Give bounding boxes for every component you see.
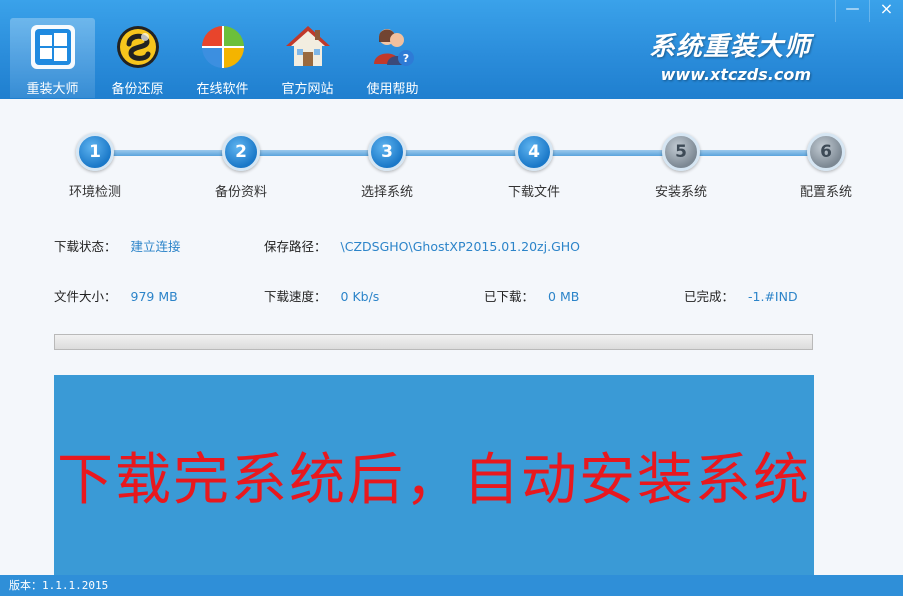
nav-item-label: 使用帮助 [366,82,419,97]
step-number: 6 [807,133,845,171]
window-controls: — × [835,0,903,22]
download-speed-label: 下载速度： [264,289,327,304]
brand-title: 系统重装大师 [648,32,811,62]
save-path-value: \CZDSGHO\GhostXP2015.01.20zj.GHO [340,239,580,254]
step-label: 下载文件 [507,185,560,200]
downloaded-value: 0 MB [548,289,580,304]
step-number: 5 [662,133,700,171]
version-text: 版本：1.1.1.2015 [9,579,109,592]
downloaded-label: 已下载： [484,289,535,304]
help-users-icon: ? [373,29,414,66]
nav-item-label: 重装大师 [26,82,79,97]
backup-restore-icon [116,26,159,68]
step-4: 4 下载文件 [484,133,584,200]
nav-item-website[interactable]: 官方网站 [265,18,350,98]
step-6: 6 配置系统 [776,133,876,200]
download-speed-value: 0 Kb/s [340,289,380,304]
file-size-label: 文件大小： [54,289,117,304]
minimize-button[interactable]: — [835,0,869,22]
step-1: 1 环境检测 [45,133,145,200]
download-status: 下载状态： 建立连接 [54,236,181,255]
step-label: 安装系统 [654,185,707,200]
info-banner: 下载完系统后，自动安装系统 [54,375,814,575]
step-label: 选择系统 [360,185,413,200]
download-progress-bar [54,334,813,350]
step-number: 3 [368,133,406,171]
nav-item-label: 备份还原 [111,82,164,97]
step-label: 备份资料 [214,185,267,200]
brand-url: www.xtczds.com [660,65,811,84]
windows-logo-icon [30,25,75,69]
step-number: 4 [515,133,553,171]
step-3: 3 选择系统 [337,133,437,200]
main-nav: 重装大师 备份还原 在线软件 官方网站 ? 使用帮助 [10,18,435,98]
nav-item-label: 官方网站 [281,82,334,97]
step-number: 1 [76,133,114,171]
file-size: 文件大小： 979 MB [54,286,178,305]
nav-item-help[interactable]: ? 使用帮助 [350,18,435,98]
svg-text:?: ? [402,52,408,65]
download-speed: 下载速度： 0 Kb/s [264,286,379,305]
step-number: 2 [222,133,260,171]
download-status-label: 下载状态： [54,239,117,254]
completed-percent: 已完成： -1.#IND [684,286,798,305]
brand-logo: 系统重装大师 www.xtczds.com [649,26,811,84]
step-2: 2 备份资料 [191,133,291,200]
step-label: 配置系统 [799,185,852,200]
nav-item-reinstall[interactable]: 重装大师 [10,18,95,98]
completed-label: 已完成： [684,289,735,304]
main-panel: 1 环境检测 2 备份资料 3 选择系统 4 下载文件 5 安装系统 6 配置系… [0,99,903,575]
downloaded-amount: 已下载： 0 MB [484,286,579,305]
title-bar: — × 重装大师 备份还原 在线软件 官方网站 ? 使用帮助 系统重装大师 ww… [0,0,903,99]
nav-item-backup[interactable]: 备份还原 [95,18,180,98]
nav-item-label: 在线软件 [196,82,249,97]
home-website-icon [285,26,330,66]
completed-value: -1.#IND [748,289,798,304]
online-software-icon [201,26,244,68]
step-label: 环境检测 [68,185,121,200]
nav-item-online-software[interactable]: 在线软件 [180,18,265,98]
progress-steps: 1 环境检测 2 备份资料 3 选择系统 4 下载文件 5 安装系统 6 配置系… [0,99,903,209]
save-path-label: 保存路径： [264,239,327,254]
step-5: 5 安装系统 [631,133,731,200]
save-path: 保存路径： \CZDSGHO\GhostXP2015.01.20zj.GHO [264,236,580,255]
close-button[interactable]: × [869,0,903,22]
status-bar: 版本：1.1.1.2015 [0,575,903,596]
banner-text: 下载完系统后，自动安装系统 [57,447,811,513]
download-status-value: 建立连接 [130,239,181,254]
file-size-value: 979 MB [130,289,178,304]
